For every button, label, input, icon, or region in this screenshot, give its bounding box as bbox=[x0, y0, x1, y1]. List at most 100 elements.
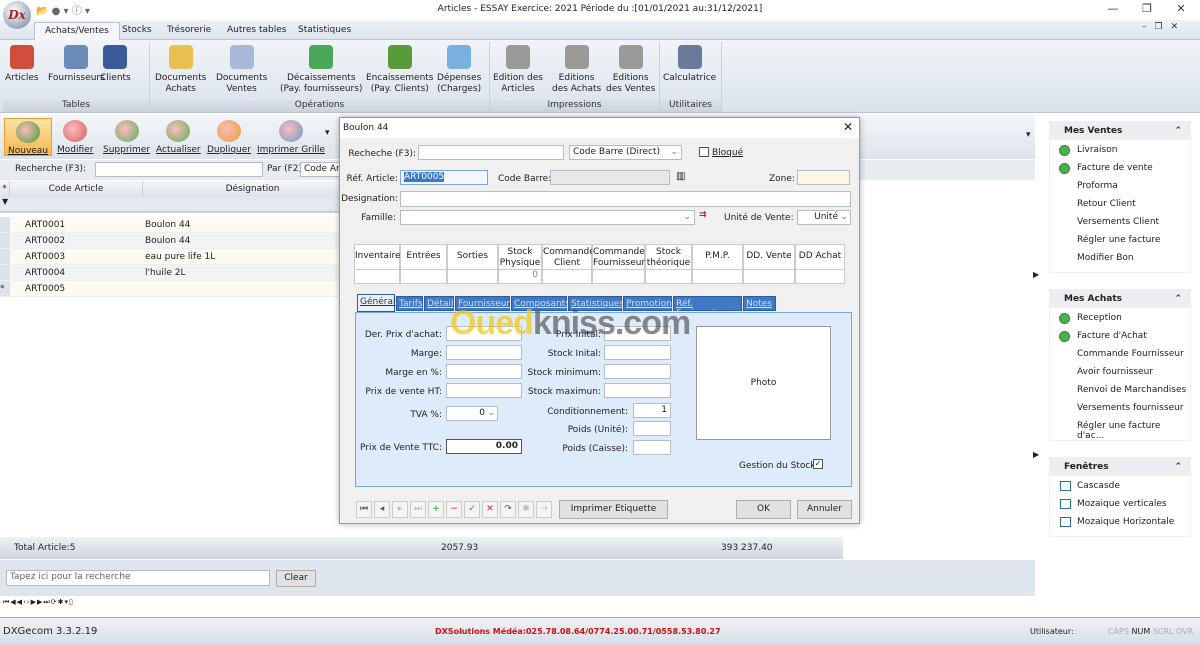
add-famille-icon[interactable]: ⇉ bbox=[699, 210, 707, 220]
toolbar-button[interactable]: Supprimer bbox=[100, 118, 153, 156]
ribbon-button[interactable]: Editions des Ventes bbox=[606, 45, 655, 95]
cancel-button[interactable]: Annuler bbox=[797, 500, 852, 519]
close-button[interactable]: ✕ bbox=[1170, 2, 1192, 18]
grid-navigator[interactable]: ⏮◀◀‹›▶▶⏭⟳✱▾▯ bbox=[3, 598, 74, 607]
nav-post-icon[interactable]: ✓ bbox=[464, 501, 480, 518]
dialog-tab[interactable]: Général bbox=[357, 294, 395, 312]
ribbon-button[interactable]: Documents Achats bbox=[155, 45, 206, 95]
toolbar-button[interactable]: Nouveau bbox=[4, 118, 53, 156]
ribbon-tab[interactable]: Trésorerie bbox=[157, 22, 221, 40]
famille-select[interactable]: ⌄ bbox=[400, 210, 695, 225]
splitter-arrow-icon[interactable]: ▶ bbox=[1033, 270, 1039, 279]
ribbon-button[interactable]: Dépenses (Charges) bbox=[437, 45, 481, 95]
nav-bookmark-icon[interactable]: ✱ bbox=[518, 501, 534, 518]
table-row[interactable]: ART0004 l'huile 2L bbox=[0, 265, 340, 281]
conditionnement-input[interactable]: 1 bbox=[633, 403, 671, 418]
nav-goto-icon[interactable]: ⇢ bbox=[536, 501, 552, 518]
ref-article-input[interactable]: ART0005 bbox=[400, 170, 488, 185]
task-item[interactable]: Cascasde bbox=[1050, 478, 1190, 496]
table-row[interactable]: ART0003 eau pure life 1L bbox=[0, 249, 340, 265]
designation-input[interactable] bbox=[400, 191, 851, 207]
stock-field-input[interactable] bbox=[604, 383, 671, 398]
dialog-tab[interactable]: Tarifs bbox=[396, 296, 423, 311]
search-mode-select[interactable]: Code Barre (Direct) ⌄ bbox=[569, 145, 682, 160]
ribbon-tab[interactable]: Achats/Ventes bbox=[34, 22, 120, 40]
task-item[interactable]: Proforma bbox=[1050, 178, 1190, 196]
task-item[interactable]: Livraison bbox=[1050, 142, 1190, 160]
task-panel-header[interactable]: Mes Achats ⌃ bbox=[1050, 290, 1190, 308]
filter-row[interactable]: ▼ bbox=[0, 197, 340, 213]
dialog-tab[interactable]: Notes bbox=[743, 296, 776, 311]
barcode-icon[interactable]: ▥ bbox=[676, 171, 685, 182]
ribbon-button[interactable]: Fournisseurs bbox=[48, 45, 105, 84]
toolbar-more-icon[interactable]: ▾ bbox=[325, 128, 330, 138]
ribbon-tab[interactable]: Statistiques bbox=[288, 22, 361, 40]
toolbar-button[interactable]: Dupliquer bbox=[204, 118, 254, 156]
ribbon-button[interactable]: Décaissements (Pay. fournisseurs) bbox=[280, 45, 362, 95]
task-item[interactable]: Facture de vente bbox=[1050, 160, 1190, 178]
task-item[interactable]: Régler une facture bbox=[1050, 232, 1190, 250]
nav-last-icon[interactable]: ⏭ bbox=[410, 501, 426, 518]
ribbon-tab[interactable]: Autres tables bbox=[217, 22, 296, 40]
search-by-select[interactable]: Code Article bbox=[300, 162, 342, 177]
minimize-button[interactable]: — bbox=[1102, 2, 1124, 18]
collapse-icon[interactable]: ⌃ bbox=[1174, 294, 1182, 304]
bloque-checkbox[interactable] bbox=[699, 147, 709, 157]
ribbon-button[interactable]: Clients bbox=[100, 45, 131, 84]
ribbon-button[interactable]: Articles bbox=[5, 45, 39, 84]
ribbon-tab[interactable]: Stocks bbox=[112, 22, 162, 40]
task-item[interactable]: Régler une facture d'ac... bbox=[1050, 418, 1190, 441]
collapse-icon[interactable]: ⌃ bbox=[1174, 462, 1182, 472]
column-header-designation[interactable]: Désignation bbox=[143, 181, 363, 197]
task-item[interactable]: Reception bbox=[1050, 310, 1190, 328]
ribbon-button[interactable]: Encaissements (Pay. Clients) bbox=[366, 45, 434, 95]
nav-delete-icon[interactable]: − bbox=[446, 501, 462, 518]
ribbon-button[interactable]: Edition des Articles bbox=[493, 45, 543, 95]
task-item[interactable]: Mozaique Horizontale bbox=[1050, 514, 1190, 532]
app-logo[interactable]: Dx bbox=[3, 1, 31, 29]
stock-field-input[interactable] bbox=[604, 345, 671, 360]
dialog-search-input[interactable] bbox=[418, 145, 564, 160]
nav-cancel-icon[interactable]: ✕ bbox=[482, 501, 498, 518]
photo-box[interactable]: Photo bbox=[696, 326, 831, 440]
nav-refresh-icon[interactable]: ↷ bbox=[500, 501, 516, 518]
gestion-stock-checkbox[interactable]: ✓ bbox=[813, 459, 823, 469]
toolbar-overflow-icon[interactable]: ▾ bbox=[1026, 130, 1031, 140]
nav-next-icon[interactable]: ▸ bbox=[392, 501, 408, 518]
ribbon-button[interactable]: Editions des Achats bbox=[552, 45, 601, 95]
ribbon-button[interactable]: Calculatrice bbox=[663, 45, 716, 84]
clear-button[interactable]: Clear bbox=[276, 570, 316, 587]
search-input[interactable] bbox=[95, 162, 263, 177]
task-item[interactable]: Retour Client bbox=[1050, 196, 1190, 214]
task-item[interactable]: Commande Fournisseur bbox=[1050, 346, 1190, 364]
ribbon-button[interactable]: Documents Ventes bbox=[216, 45, 267, 95]
find-input[interactable]: Tapez ici pour la recherche bbox=[6, 570, 270, 586]
task-panel-header[interactable]: Fenêtres ⌃ bbox=[1050, 458, 1190, 476]
splitter-arrow-icon[interactable]: ▶ bbox=[1033, 450, 1039, 459]
toolbar-button[interactable]: Modifier bbox=[54, 118, 96, 156]
poids-caisse-input[interactable] bbox=[633, 440, 671, 455]
print-label-button[interactable]: Imprimer Etiquette bbox=[559, 500, 668, 519]
unite-select[interactable]: Unité ⌄ bbox=[797, 210, 851, 225]
task-item[interactable]: Modifier Bon bbox=[1050, 250, 1190, 268]
task-item[interactable]: Facture d'Achat bbox=[1050, 328, 1190, 346]
dialog-close-icon[interactable]: ✕ bbox=[843, 120, 853, 134]
toolbar-button[interactable]: Imprimer Grille bbox=[254, 118, 328, 156]
task-item[interactable]: Versements Client bbox=[1050, 214, 1190, 232]
ok-button[interactable]: OK bbox=[736, 500, 791, 519]
restore-button[interactable]: ❐ bbox=[1136, 2, 1158, 18]
zone-input[interactable] bbox=[797, 170, 850, 185]
toolbar-button[interactable]: Actualiser bbox=[153, 118, 204, 156]
column-header-code[interactable]: Code Article bbox=[10, 181, 143, 197]
task-item[interactable]: Versements fournisseur bbox=[1050, 400, 1190, 418]
nav-add-icon[interactable]: + bbox=[428, 501, 444, 518]
poids-unite-input[interactable] bbox=[633, 421, 671, 436]
table-row[interactable]: ART0002 Boulon 44 bbox=[0, 233, 340, 249]
nav-prev-icon[interactable]: ◂ bbox=[374, 501, 390, 518]
table-row[interactable]: ART0001 Boulon 44 bbox=[0, 217, 340, 233]
task-item[interactable]: Mozaique verticales bbox=[1050, 496, 1190, 514]
task-item[interactable]: Avoir fournisseur bbox=[1050, 364, 1190, 382]
task-item[interactable]: Renvoi de Marchandises bbox=[1050, 382, 1190, 400]
nav-first-icon[interactable]: ⏮ bbox=[356, 501, 372, 518]
stock-field-input[interactable] bbox=[604, 364, 671, 379]
